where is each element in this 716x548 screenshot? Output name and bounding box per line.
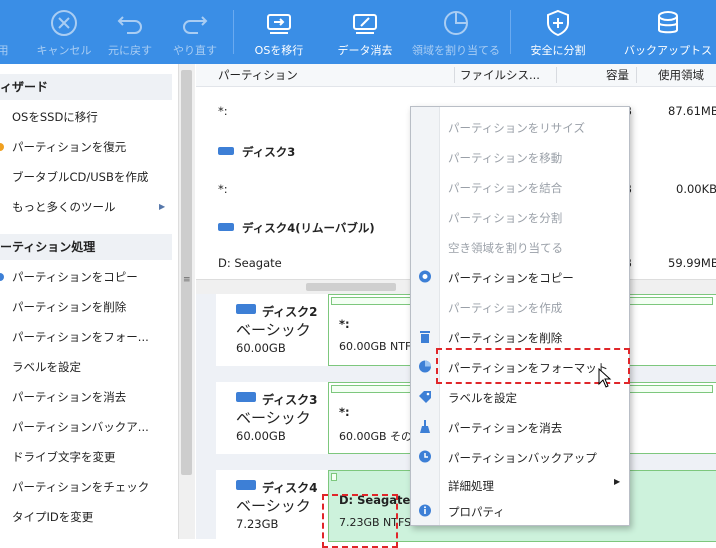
usb-disk-icon	[236, 480, 256, 490]
table-header: パーティション ファイルシス... 容量 使用領域	[196, 64, 716, 87]
check-icon	[0, 8, 18, 38]
redo-icon	[183, 16, 208, 34]
partition-ops-header: ーティション処理	[0, 234, 172, 260]
mouse-pointer-icon	[598, 368, 612, 388]
sidebar-item-bootable-media[interactable]: ブータブルCD/USBを作成	[0, 162, 172, 192]
menu-item-merge[interactable]: パーティションを結合	[411, 171, 629, 201]
sidebar-item-migrate-ssd[interactable]: OSをSSDに移行	[0, 102, 172, 132]
apply-button[interactable]: 用	[0, 0, 14, 64]
removable-disk-icon	[218, 223, 234, 231]
cancel-icon	[51, 10, 77, 36]
tag-icon	[419, 391, 431, 403]
sidebar: ィザード OSをSSDに移行 パーティションを復元 ブータブルCD/USBを作成…	[0, 64, 172, 539]
copy-icon	[0, 273, 4, 281]
toolbar-separator	[233, 10, 234, 54]
sidebar-item-wipe-partition[interactable]: パーティションを消去	[0, 382, 172, 412]
sidebar-item-change-type-id[interactable]: タイプIDを変更	[0, 502, 172, 532]
wipe-data-icon	[353, 14, 377, 34]
cancel-button[interactable]: キャンセル	[28, 0, 100, 64]
grip-icon: ≡	[183, 275, 191, 285]
hard-disk-icon	[236, 392, 256, 402]
toolbar: 用 キャンセル 元に戻す やり直す OSを移行 データ消去 領域を割り当てる 安…	[0, 0, 716, 64]
toolbar-separator	[510, 10, 511, 54]
wipe-data-button[interactable]: データ消去	[330, 0, 400, 64]
broom-icon	[420, 420, 430, 433]
format-icon	[419, 360, 431, 373]
submenu-arrow-icon: ▶	[614, 477, 621, 486]
scrollbar-thumb[interactable]	[181, 70, 192, 475]
menu-item-resize[interactable]: パーティションをリサイズ	[411, 111, 629, 141]
allocate-space-button[interactable]: 領域を割り当てる	[406, 0, 506, 64]
shield-icon	[547, 9, 569, 37]
col-filesystem[interactable]: ファイルシス...	[460, 64, 540, 86]
sidebar-item-copy-partition[interactable]: パーティションをコピー	[0, 262, 172, 292]
col-capacity[interactable]: 容量	[606, 64, 629, 86]
backup-button[interactable]: バックアップトス	[610, 0, 716, 64]
sidebar-item-more-tools[interactable]: もっと多くのツール ▶	[0, 192, 172, 222]
sidebar-item-backup-partition[interactable]: パーティションバックア...	[0, 412, 172, 442]
safe-split-button[interactable]: 安全に分割	[522, 0, 594, 64]
menu-item-move[interactable]: パーティションを移動	[411, 141, 629, 171]
menu-item-split[interactable]: パーティションを分割	[411, 201, 629, 231]
menu-item-set-label[interactable]: ラベルを設定	[411, 381, 629, 411]
menu-item-properties[interactable]: プロパティ	[411, 495, 629, 525]
sidebar-item-format-partition[interactable]: パーティションをフォー...	[0, 322, 172, 352]
scrollbar-thumb[interactable]	[306, 283, 396, 291]
allocate-space-icon	[444, 11, 468, 35]
info-icon	[419, 504, 431, 517]
backup-icon	[419, 450, 431, 463]
backup-icon	[658, 11, 678, 34]
migrate-os-button[interactable]: OSを移行	[248, 0, 310, 64]
undo-button[interactable]: 元に戻す	[100, 0, 160, 64]
menu-item-backup[interactable]: パーティションバックアップ	[411, 441, 629, 471]
recover-icon	[0, 143, 4, 151]
wizard-header: ィザード	[0, 74, 172, 100]
menu-item-delete[interactable]: パーティションを削除	[411, 321, 629, 351]
sidebar-item-recover-partition[interactable]: パーティションを復元	[0, 132, 172, 162]
context-menu: パーティションをリサイズ パーティションを移動 パーティションを結合 パーティシ…	[410, 106, 630, 526]
sidebar-scrollbar[interactable]: ≡	[178, 64, 195, 539]
menu-item-copy[interactable]: パーティションをコピー	[411, 261, 629, 291]
redo-button[interactable]: やり直す	[165, 0, 225, 64]
trash-icon	[420, 331, 430, 343]
sidebar-item-delete-partition[interactable]: パーティションを削除	[0, 292, 172, 322]
menu-item-create[interactable]: パーティションを作成	[411, 291, 629, 321]
usage-bar	[331, 473, 337, 481]
selection-highlight	[322, 494, 398, 548]
migrate-os-icon	[267, 14, 291, 34]
col-used[interactable]: 使用領域	[658, 64, 704, 86]
menu-item-allocate[interactable]: 空き領域を割り当てる	[411, 231, 629, 261]
chevron-right-icon: ▶	[159, 202, 166, 211]
copy-icon	[419, 270, 431, 283]
disk-icon	[218, 147, 234, 155]
undo-icon	[117, 16, 142, 34]
col-partition[interactable]: パーティション	[218, 64, 298, 86]
menu-item-wipe[interactable]: パーティションを消去	[411, 411, 629, 441]
sidebar-item-change-drive-letter[interactable]: ドライブ文字を変更	[0, 442, 172, 472]
sidebar-item-check-partition[interactable]: パーティションをチェック	[0, 472, 172, 502]
hard-disk-icon	[236, 304, 256, 314]
sidebar-item-set-label[interactable]: ラベルを設定	[0, 352, 172, 382]
